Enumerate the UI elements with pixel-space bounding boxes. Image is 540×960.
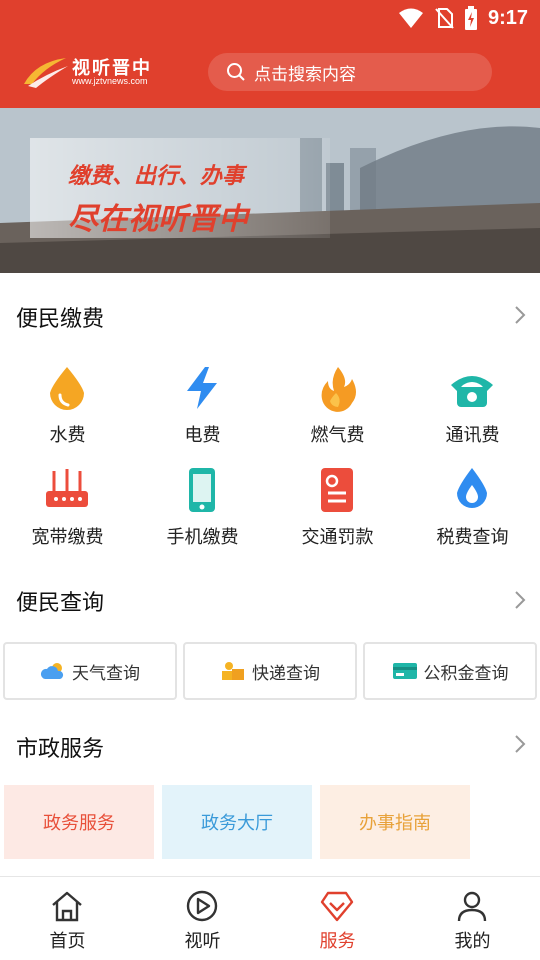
payment-item-mobile[interactable]: 手机缴费 (135, 465, 270, 555)
router-icon (46, 469, 88, 507)
status-bar: 9:17 (0, 0, 540, 36)
logo-url: www.jztvnews.com (72, 76, 148, 86)
play-icon (186, 890, 218, 922)
banner-headline: 尽在视听晋中 (68, 202, 248, 237)
search-placeholder: 点击搜索内容 (254, 64, 356, 85)
payment-item-label: 电费 (184, 425, 221, 446)
housing-fund-query-label: 公积金查询 (423, 663, 509, 684)
gov-hall-card[interactable]: 政务大厅 (162, 785, 312, 859)
gov-service-card[interactable]: 政务服务 (4, 785, 154, 859)
bottom-tab-bar: 首页 视听 服务 我的 (0, 876, 540, 960)
weather-query-label: 天气查询 (72, 663, 140, 684)
user-icon (457, 891, 487, 922)
tab-home[interactable]: 首页 (0, 877, 135, 960)
payment-section: 便民缴费 水费 电费 燃气费 通讯费 宽带缴费 手机缴费 交通罚款 税费查询 (0, 273, 540, 573)
tab-service[interactable]: 服务 (270, 877, 405, 960)
housing-fund-query-button[interactable]: 公积金查询 (363, 642, 537, 700)
tab-video-label: 视听 (184, 931, 221, 952)
tab-home-label: 首页 (49, 931, 86, 952)
flame-icon (321, 367, 356, 412)
app-logo[interactable]: 视听晋中 www.jztvnews.com (22, 54, 167, 90)
battery-charging-icon (464, 6, 477, 30)
payment-item-traffic-fine[interactable]: 交通罚款 (270, 465, 405, 555)
service-guide-label: 办事指南 (359, 813, 431, 834)
chevron-right-icon[interactable] (514, 305, 526, 325)
gov-service-label: 政务服务 (43, 813, 115, 834)
municipal-section-title: 市政服务 (16, 737, 105, 762)
app-header: 9:17 视听晋中 www.jztvnews.com 点击搜索内容 (0, 0, 540, 108)
search-icon (227, 63, 245, 81)
ticket-icon (321, 468, 353, 512)
tab-video[interactable]: 视听 (135, 877, 270, 960)
chevron-right-icon[interactable] (514, 734, 526, 754)
weather-query-button[interactable]: 天气查询 (3, 642, 177, 700)
payment-item-label: 燃气费 (310, 425, 365, 446)
banner-tagline: 缴费、出行、办事 (68, 164, 245, 189)
lightning-icon (187, 367, 217, 409)
status-icons: 9:17 (398, 6, 528, 30)
delivery-query-label: 快递查询 (252, 663, 320, 684)
search-bar[interactable]: 点击搜索内容 (208, 53, 492, 91)
payment-item-label: 手机缴费 (166, 527, 239, 548)
tab-service-label: 服务 (319, 931, 356, 952)
payment-item-label: 通讯费 (445, 425, 500, 446)
payment-item-telecom[interactable]: 通讯费 (405, 363, 540, 453)
chevron-right-icon[interactable] (514, 590, 526, 610)
payment-item-label: 交通罚款 (301, 527, 374, 548)
tab-profile[interactable]: 我的 (405, 877, 540, 960)
payment-item-label: 水费 (49, 425, 86, 446)
payment-item-label: 税费查询 (436, 527, 509, 548)
payment-item-electricity[interactable]: 电费 (135, 363, 270, 453)
water-drop-icon (50, 367, 84, 410)
payment-item-label: 宽带缴费 (31, 527, 104, 548)
mobile-phone-icon (189, 468, 215, 512)
tab-profile-label: 我的 (454, 931, 491, 952)
payment-item-broadband[interactable]: 宽带缴费 (0, 465, 135, 555)
payment-item-gas[interactable]: 燃气费 (270, 363, 405, 453)
weather-icon (40, 663, 64, 679)
service-guide-card[interactable]: 办事指南 (320, 785, 470, 859)
payment-item-tax[interactable]: 税费查询 (405, 465, 540, 555)
home-icon (52, 891, 82, 922)
query-section-title: 便民查询 (16, 591, 105, 616)
wifi-icon (398, 8, 423, 28)
gov-hall-label: 政务大厅 (201, 813, 273, 834)
tax-drop-icon (457, 468, 487, 508)
diamond-icon (320, 891, 354, 922)
logo-swoosh-icon (24, 58, 68, 88)
delivery-icon (222, 662, 244, 680)
card-icon (392, 663, 417, 679)
telephone-icon (451, 376, 493, 407)
promo-banner[interactable] (0, 108, 540, 273)
delivery-query-button[interactable]: 快递查询 (183, 642, 357, 700)
payment-item-water[interactable]: 水费 (0, 363, 135, 453)
payment-section-title: 便民缴费 (16, 307, 105, 332)
status-time: 9:17 (487, 6, 528, 29)
no-sim-icon (435, 8, 454, 29)
